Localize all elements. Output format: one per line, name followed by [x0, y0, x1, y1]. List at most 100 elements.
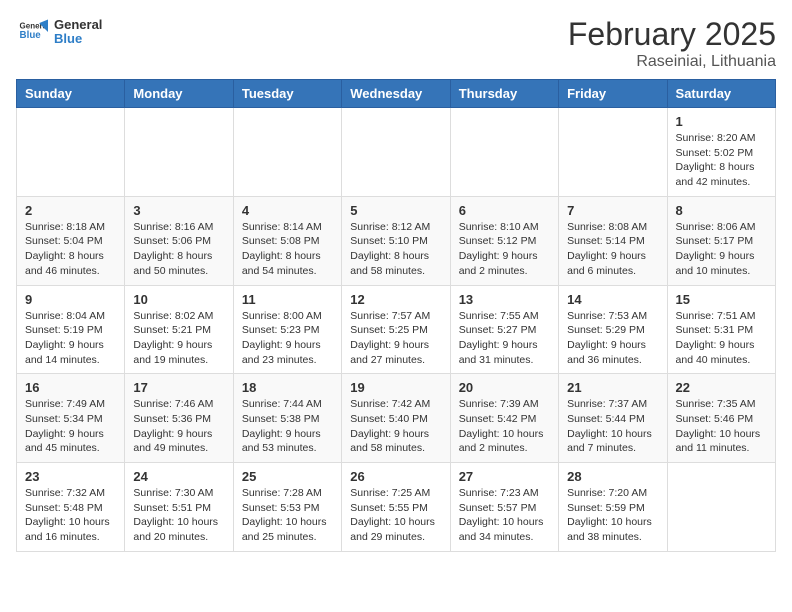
- day-number: 3: [133, 203, 224, 218]
- day-info: Sunrise: 7:53 AM Sunset: 5:29 PM Dayligh…: [567, 309, 658, 368]
- day-number: 6: [459, 203, 550, 218]
- day-number: 12: [350, 292, 441, 307]
- day-number: 13: [459, 292, 550, 307]
- svg-text:Blue: Blue: [20, 30, 42, 41]
- day-info: Sunrise: 8:06 AM Sunset: 5:17 PM Dayligh…: [676, 220, 767, 279]
- day-info: Sunrise: 8:18 AM Sunset: 5:04 PM Dayligh…: [25, 220, 116, 279]
- calendar-cell: 13 Sunrise: 7:55 AM Sunset: 5:27 PM Dayli…: [450, 285, 558, 374]
- day-info: Sunrise: 7:20 AM Sunset: 5:59 PM Dayligh…: [567, 486, 658, 545]
- logo-text-blue: Blue: [54, 32, 102, 46]
- calendar-cell: 22 Sunrise: 7:35 AM Sunset: 5:46 PM Dayli…: [667, 374, 775, 463]
- weekday-header-wednesday: Wednesday: [342, 80, 450, 108]
- calendar-week-row: 9 Sunrise: 8:04 AM Sunset: 5:19 PM Daylig…: [17, 285, 776, 374]
- calendar-cell: 4Sunrise: 8:14 AM Sunset: 5:08 PM Daylig…: [233, 196, 341, 285]
- calendar-cell: 1 Sunrise: 8:20 AM Sunset: 5:02 PM Daylig…: [667, 108, 775, 197]
- calendar-week-row: 2 Sunrise: 8:18 AM Sunset: 5:04 PM Daylig…: [17, 196, 776, 285]
- calendar-cell: 5 Sunrise: 8:12 AM Sunset: 5:10 PM Daylig…: [342, 196, 450, 285]
- logo-text-general: General: [54, 18, 102, 32]
- weekday-header-tuesday: Tuesday: [233, 80, 341, 108]
- day-number: 21: [567, 380, 658, 395]
- day-info: Sunrise: 7:35 AM Sunset: 5:46 PM Dayligh…: [676, 397, 767, 456]
- day-number: 22: [676, 380, 767, 395]
- calendar-cell: 27Sunrise: 7:23 AM Sunset: 5:57 PM Dayli…: [450, 463, 558, 552]
- weekday-header-thursday: Thursday: [450, 80, 558, 108]
- weekday-header-saturday: Saturday: [667, 80, 775, 108]
- calendar-cell: [125, 108, 233, 197]
- day-number: 18: [242, 380, 333, 395]
- day-info: Sunrise: 8:16 AM Sunset: 5:06 PM Dayligh…: [133, 220, 224, 279]
- day-number: 1: [676, 114, 767, 129]
- day-number: 19: [350, 380, 441, 395]
- calendar-cell: 17Sunrise: 7:46 AM Sunset: 5:36 PM Dayli…: [125, 374, 233, 463]
- calendar-cell: 21 Sunrise: 7:37 AM Sunset: 5:44 PM Dayli…: [559, 374, 667, 463]
- title-area: February 2025 Raseiniai, Lithuania: [568, 16, 776, 71]
- day-info: Sunrise: 7:44 AM Sunset: 5:38 PM Dayligh…: [242, 397, 333, 456]
- calendar-cell: 18 Sunrise: 7:44 AM Sunset: 5:38 PM Dayli…: [233, 374, 341, 463]
- day-info: Sunrise: 7:42 AM Sunset: 5:40 PM Dayligh…: [350, 397, 441, 456]
- calendar-week-row: 16Sunrise: 7:49 AM Sunset: 5:34 PM Dayli…: [17, 374, 776, 463]
- calendar-cell: 3 Sunrise: 8:16 AM Sunset: 5:06 PM Daylig…: [125, 196, 233, 285]
- day-info: Sunrise: 7:37 AM Sunset: 5:44 PM Dayligh…: [567, 397, 658, 456]
- calendar-cell: 23 Sunrise: 7:32 AM Sunset: 5:48 PM Dayli…: [17, 463, 125, 552]
- page-header: General Blue General Blue February 2025 …: [16, 16, 776, 71]
- calendar-cell: 25 Sunrise: 7:28 AM Sunset: 5:53 PM Dayli…: [233, 463, 341, 552]
- day-info: Sunrise: 8:20 AM Sunset: 5:02 PM Dayligh…: [676, 131, 767, 190]
- calendar-cell: 28 Sunrise: 7:20 AM Sunset: 5:59 PM Dayli…: [559, 463, 667, 552]
- day-number: 28: [567, 469, 658, 484]
- day-info: Sunrise: 8:12 AM Sunset: 5:10 PM Dayligh…: [350, 220, 441, 279]
- weekday-header-friday: Friday: [559, 80, 667, 108]
- day-info: Sunrise: 8:14 AM Sunset: 5:08 PM Dayligh…: [242, 220, 333, 279]
- day-number: 15: [676, 292, 767, 307]
- day-number: 9: [25, 292, 116, 307]
- calendar-cell: [450, 108, 558, 197]
- calendar-cell: 14Sunrise: 7:53 AM Sunset: 5:29 PM Dayli…: [559, 285, 667, 374]
- day-number: 20: [459, 380, 550, 395]
- day-info: Sunrise: 7:57 AM Sunset: 5:25 PM Dayligh…: [350, 309, 441, 368]
- calendar-cell: 26 Sunrise: 7:25 AM Sunset: 5:55 PM Dayli…: [342, 463, 450, 552]
- day-number: 24: [133, 469, 224, 484]
- calendar-cell: [342, 108, 450, 197]
- calendar-cell: 19 Sunrise: 7:42 AM Sunset: 5:40 PM Dayli…: [342, 374, 450, 463]
- day-info: Sunrise: 7:55 AM Sunset: 5:27 PM Dayligh…: [459, 309, 550, 368]
- day-number: 11: [242, 292, 333, 307]
- calendar-cell: 11 Sunrise: 8:00 AM Sunset: 5:23 PM Dayli…: [233, 285, 341, 374]
- day-number: 26: [350, 469, 441, 484]
- calendar-cell: 6 Sunrise: 8:10 AM Sunset: 5:12 PM Daylig…: [450, 196, 558, 285]
- day-number: 2: [25, 203, 116, 218]
- day-info: Sunrise: 8:02 AM Sunset: 5:21 PM Dayligh…: [133, 309, 224, 368]
- weekday-header-monday: Monday: [125, 80, 233, 108]
- calendar-cell: 15 Sunrise: 7:51 AM Sunset: 5:31 PM Dayli…: [667, 285, 775, 374]
- day-info: Sunrise: 8:08 AM Sunset: 5:14 PM Dayligh…: [567, 220, 658, 279]
- calendar-table: SundayMondayTuesdayWednesdayThursdayFrid…: [16, 79, 776, 552]
- calendar-cell: 9 Sunrise: 8:04 AM Sunset: 5:19 PM Daylig…: [17, 285, 125, 374]
- calendar-cell: 16Sunrise: 7:49 AM Sunset: 5:34 PM Dayli…: [17, 374, 125, 463]
- logo-icon: General Blue: [16, 16, 48, 48]
- day-info: Sunrise: 7:39 AM Sunset: 5:42 PM Dayligh…: [459, 397, 550, 456]
- day-info: Sunrise: 8:10 AM Sunset: 5:12 PM Dayligh…: [459, 220, 550, 279]
- day-info: Sunrise: 7:51 AM Sunset: 5:31 PM Dayligh…: [676, 309, 767, 368]
- day-info: Sunrise: 8:00 AM Sunset: 5:23 PM Dayligh…: [242, 309, 333, 368]
- logo: General Blue General Blue: [16, 16, 102, 48]
- calendar-cell: [233, 108, 341, 197]
- location-title: Raseiniai, Lithuania: [568, 53, 776, 71]
- day-number: 25: [242, 469, 333, 484]
- day-info: Sunrise: 7:49 AM Sunset: 5:34 PM Dayligh…: [25, 397, 116, 456]
- day-number: 7: [567, 203, 658, 218]
- calendar-cell: [667, 463, 775, 552]
- day-info: Sunrise: 7:25 AM Sunset: 5:55 PM Dayligh…: [350, 486, 441, 545]
- calendar-cell: 2 Sunrise: 8:18 AM Sunset: 5:04 PM Daylig…: [17, 196, 125, 285]
- day-number: 8: [676, 203, 767, 218]
- calendar-week-row: 23 Sunrise: 7:32 AM Sunset: 5:48 PM Dayli…: [17, 463, 776, 552]
- calendar-cell: [17, 108, 125, 197]
- day-number: 17: [133, 380, 224, 395]
- day-info: Sunrise: 7:28 AM Sunset: 5:53 PM Dayligh…: [242, 486, 333, 545]
- calendar-cell: 24Sunrise: 7:30 AM Sunset: 5:51 PM Dayli…: [125, 463, 233, 552]
- calendar-cell: 20 Sunrise: 7:39 AM Sunset: 5:42 PM Dayli…: [450, 374, 558, 463]
- day-info: Sunrise: 8:04 AM Sunset: 5:19 PM Dayligh…: [25, 309, 116, 368]
- weekday-header-sunday: Sunday: [17, 80, 125, 108]
- calendar-cell: 12 Sunrise: 7:57 AM Sunset: 5:25 PM Dayli…: [342, 285, 450, 374]
- calendar-cell: 7 Sunrise: 8:08 AM Sunset: 5:14 PM Daylig…: [559, 196, 667, 285]
- day-info: Sunrise: 7:32 AM Sunset: 5:48 PM Dayligh…: [25, 486, 116, 545]
- day-number: 23: [25, 469, 116, 484]
- day-number: 5: [350, 203, 441, 218]
